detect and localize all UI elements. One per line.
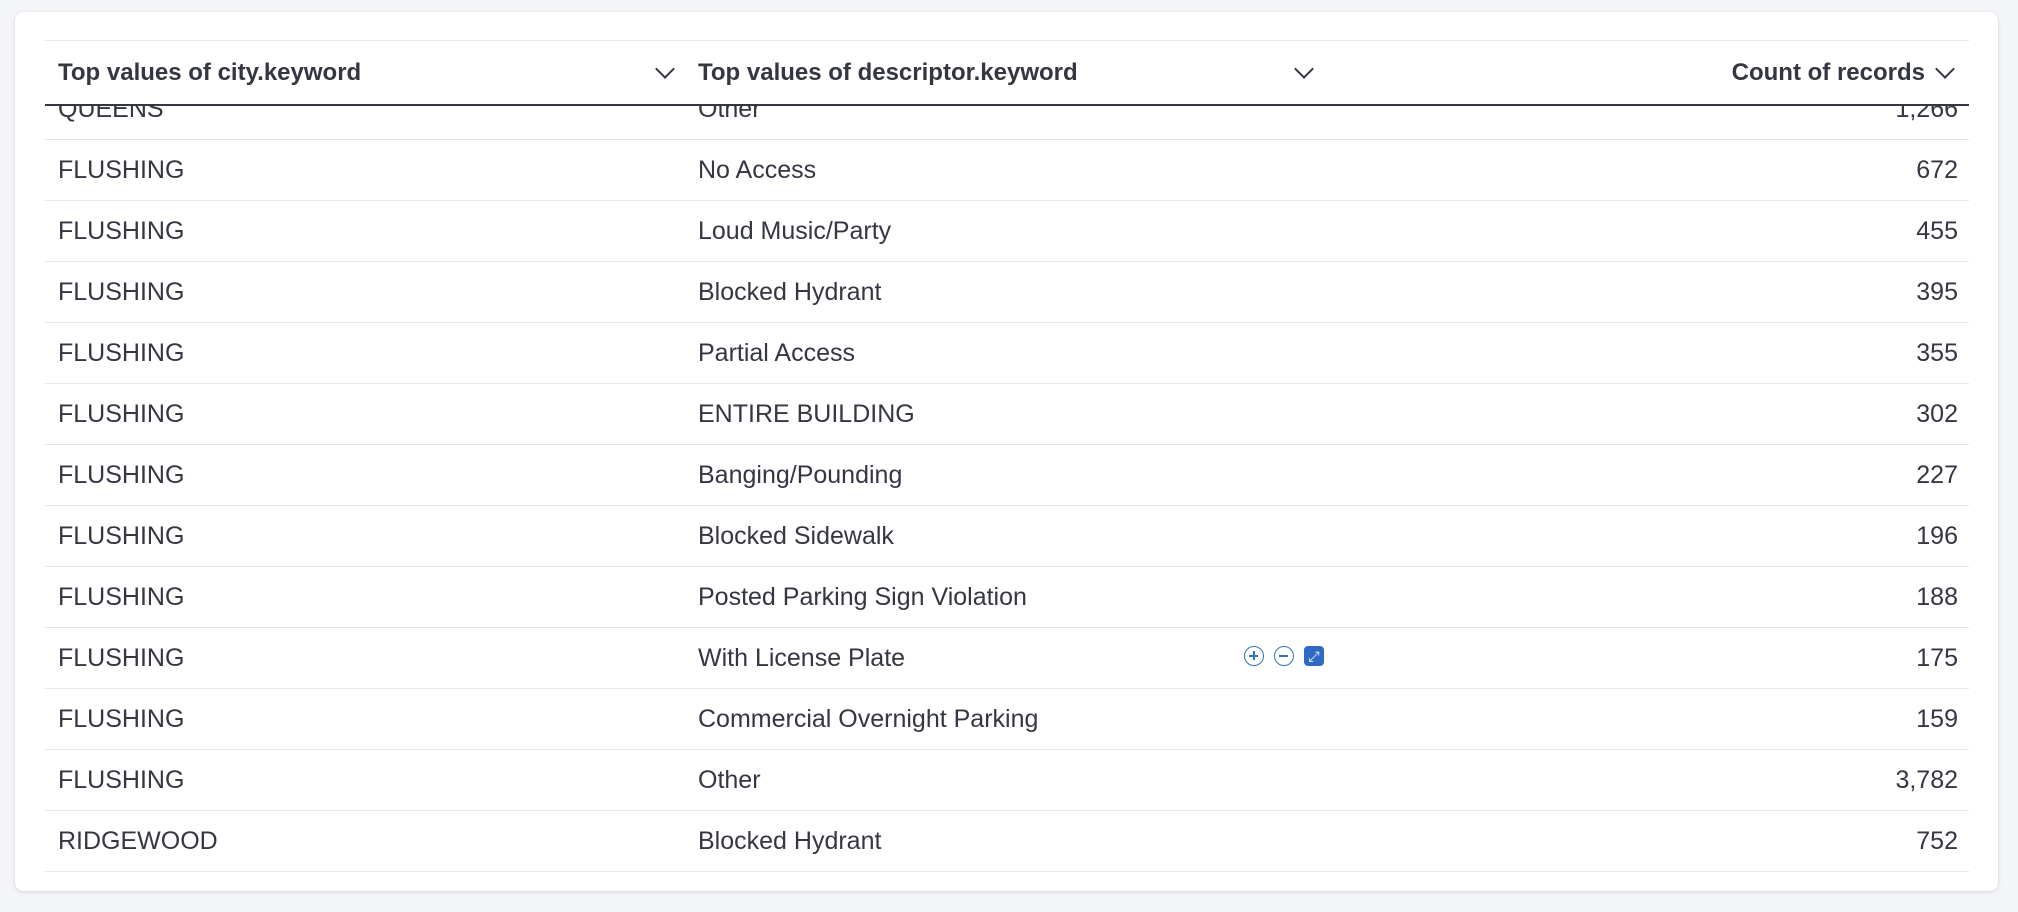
cell-count[interactable]: 455 bbox=[1916, 201, 1958, 261]
data-table: Top values of city.keyword Top values of… bbox=[45, 40, 1969, 885]
table-row: FLUSHING Commercial Overnight Parking 159 bbox=[45, 689, 1969, 750]
column-header-label: Top values of city.keyword bbox=[58, 59, 362, 86]
cell-count[interactable]: 672 bbox=[1916, 140, 1958, 200]
cell-city[interactable]: FLUSHING bbox=[58, 140, 184, 200]
cell-descriptor[interactable]: No Access bbox=[698, 140, 816, 200]
chevron-down-icon[interactable] bbox=[1935, 59, 1955, 79]
table-row: FLUSHING With License Plate 175 ⤢ bbox=[45, 628, 1969, 689]
cell-city[interactable]: FLUSHING bbox=[58, 506, 184, 566]
cell-city[interactable]: FLUSHING bbox=[58, 445, 184, 505]
table-header: Top values of city.keyword Top values of… bbox=[45, 40, 1969, 106]
table-row: FLUSHING Partial Access 355 bbox=[45, 323, 1969, 384]
cell-descriptor[interactable]: Blocked Hydrant bbox=[698, 811, 881, 871]
column-header-label: Top values of descriptor.keyword bbox=[698, 59, 1078, 86]
column-header-label: Count of records bbox=[1731, 59, 1925, 86]
table-row: FLUSHING Blocked Hydrant 395 bbox=[45, 262, 1969, 323]
cell-descriptor[interactable]: ENTIRE BUILDING bbox=[698, 384, 915, 444]
column-header-count[interactable]: Count of records bbox=[1327, 41, 1969, 105]
chevron-down-icon[interactable] bbox=[1294, 59, 1314, 79]
table-row: FLUSHING Posted Parking Sign Violation 188 bbox=[45, 567, 1969, 628]
table-row: FLUSHING Other 3,782 bbox=[45, 750, 1969, 811]
cell-count[interactable]: 175 bbox=[1916, 628, 1958, 688]
cell-city[interactable]: FLUSHING bbox=[58, 689, 184, 749]
cell-descriptor[interactable]: Posted Parking Sign Violation bbox=[698, 567, 1027, 627]
table-row: FLUSHING Banging/Pounding 227 bbox=[45, 445, 1969, 506]
table-row: FLUSHING Loud Music/Party 455 bbox=[45, 201, 1969, 262]
cell-count[interactable]: 395 bbox=[1916, 262, 1958, 322]
cell-descriptor[interactable]: With License Plate bbox=[698, 628, 905, 688]
cell-city[interactable]: FLUSHING bbox=[58, 384, 184, 444]
filter-out-value-icon[interactable] bbox=[1274, 646, 1294, 666]
table-row: FLUSHING Blocked Sidewalk 196 bbox=[45, 506, 1969, 567]
table-row: FLUSHING ENTIRE BUILDING 302 bbox=[45, 384, 1969, 445]
cell-descriptor[interactable]: Partial Access bbox=[698, 323, 855, 383]
cell-city[interactable]: FLUSHING bbox=[58, 201, 184, 261]
cell-descriptor[interactable]: Blocked Sidewalk bbox=[698, 506, 894, 566]
cell-count[interactable]: 302 bbox=[1916, 384, 1958, 444]
chevron-down-icon[interactable] bbox=[655, 59, 675, 79]
cell-descriptor[interactable]: Other bbox=[698, 750, 761, 810]
column-header-city[interactable]: Top values of city.keyword bbox=[45, 41, 686, 105]
cell-descriptor[interactable]: Loud Music/Party bbox=[698, 201, 891, 261]
cell-descriptor[interactable]: Commercial Overnight Parking bbox=[698, 689, 1038, 749]
cell-count[interactable]: 196 bbox=[1916, 506, 1958, 566]
cell-count[interactable]: 188 bbox=[1916, 567, 1958, 627]
expand-cell-icon[interactable]: ⤢ bbox=[1304, 646, 1324, 666]
cell-actions: ⤢ bbox=[1244, 646, 1324, 666]
cell-city[interactable]: FLUSHING bbox=[58, 262, 184, 322]
cell-city[interactable]: FLUSHING bbox=[58, 567, 184, 627]
cell-count[interactable]: 355 bbox=[1916, 323, 1958, 383]
cell-city[interactable]: RIDGEWOOD bbox=[58, 811, 218, 871]
cell-city[interactable]: FLUSHING bbox=[58, 323, 184, 383]
cell-descriptor[interactable]: Blocked Hydrant bbox=[698, 262, 881, 322]
cell-descriptor[interactable]: Banging/Pounding bbox=[698, 445, 902, 505]
cell-city[interactable]: FLUSHING bbox=[58, 628, 184, 688]
table-row: FLUSHING No Access 672 bbox=[45, 140, 1969, 201]
cell-count[interactable]: 752 bbox=[1916, 811, 1958, 871]
cell-count[interactable]: 227 bbox=[1916, 445, 1958, 505]
cell-count[interactable]: 3,782 bbox=[1895, 750, 1958, 810]
filter-for-value-icon[interactable] bbox=[1244, 646, 1264, 666]
column-header-descriptor[interactable]: Top values of descriptor.keyword bbox=[686, 41, 1327, 105]
visualization-panel: Top values of city.keyword Top values of… bbox=[15, 12, 1998, 891]
cell-city[interactable]: FLUSHING bbox=[58, 750, 184, 810]
table-row: RIDGEWOOD Blocked Hydrant 752 bbox=[45, 811, 1969, 872]
table-body: QUEENS Other 1,266 FLUSHING No Access 672 FLUS… bbox=[45, 79, 1969, 872]
cell-count[interactable]: 159 bbox=[1916, 689, 1958, 749]
